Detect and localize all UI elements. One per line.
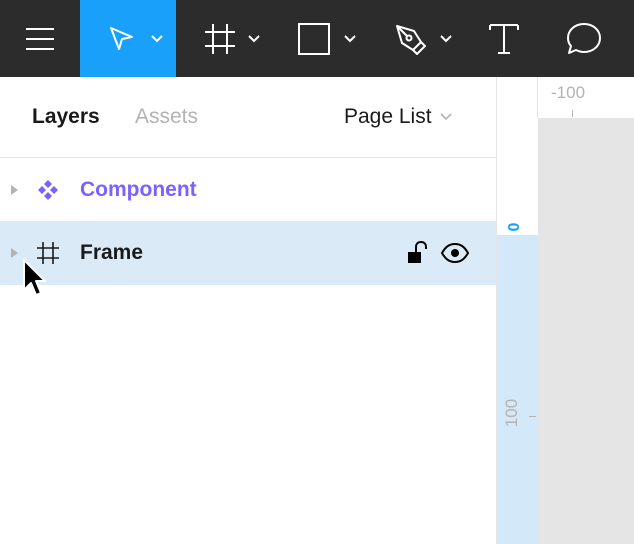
ruler-left: 0 100 (497, 118, 539, 544)
layer-name: Frame (80, 241, 144, 264)
chevron-down-icon (151, 34, 163, 42)
text-icon (489, 23, 519, 54)
pen-tool-button[interactable] (368, 0, 464, 77)
ruler-top: -100 (497, 77, 634, 119)
layer-row-frame[interactable]: Frame (0, 221, 496, 285)
layer-name: Component (80, 178, 197, 201)
chevron-down-icon (440, 34, 452, 42)
shape-tool-button[interactable] (272, 0, 368, 77)
main-menu-button[interactable] (0, 0, 80, 77)
hamburger-menu-icon (26, 27, 54, 50)
comment-icon (567, 22, 601, 54)
frame-hash-icon (205, 23, 235, 54)
layers-panel: Layers Assets Page List Component Frame (0, 77, 496, 544)
expand-caret-icon[interactable] (11, 185, 19, 195)
layer-row-component[interactable]: Component (0, 158, 496, 222)
toolbar (0, 0, 634, 77)
comment-tool-button[interactable] (544, 0, 624, 77)
chevron-down-icon (439, 113, 452, 121)
chevron-down-icon (248, 34, 260, 42)
canvas[interactable] (539, 119, 634, 544)
ruler-selection-highlight (497, 235, 538, 544)
rectangle-icon (298, 22, 330, 55)
text-tool-button[interactable] (464, 0, 544, 77)
expand-caret-icon[interactable] (11, 248, 19, 258)
chevron-down-icon (344, 34, 356, 42)
ruler-tick (529, 416, 536, 417)
mouse-cursor-icon (23, 259, 46, 296)
ruler-tick (572, 110, 573, 117)
ruler-corner-divider (537, 77, 538, 118)
panel-tabs-header: Layers Assets Page List (0, 77, 496, 158)
tab-layers[interactable]: Layers (32, 104, 100, 130)
move-tool-button[interactable] (80, 0, 176, 77)
tab-assets[interactable]: Assets (135, 104, 198, 130)
unlock-icon[interactable] (406, 241, 428, 265)
component-icon (38, 180, 58, 200)
page-list-dropdown[interactable]: Page List (344, 104, 452, 130)
ruler-top-label: -100 (551, 83, 586, 102)
pen-icon (396, 24, 426, 55)
ruler-left-100-label: 100 (502, 398, 521, 428)
page-list-label: Page List (344, 105, 432, 128)
frame-tool-button[interactable] (176, 0, 272, 77)
eye-icon[interactable] (441, 243, 469, 263)
move-pointer-icon (110, 26, 133, 50)
ruler-left-zero-label: 0 (506, 222, 523, 232)
